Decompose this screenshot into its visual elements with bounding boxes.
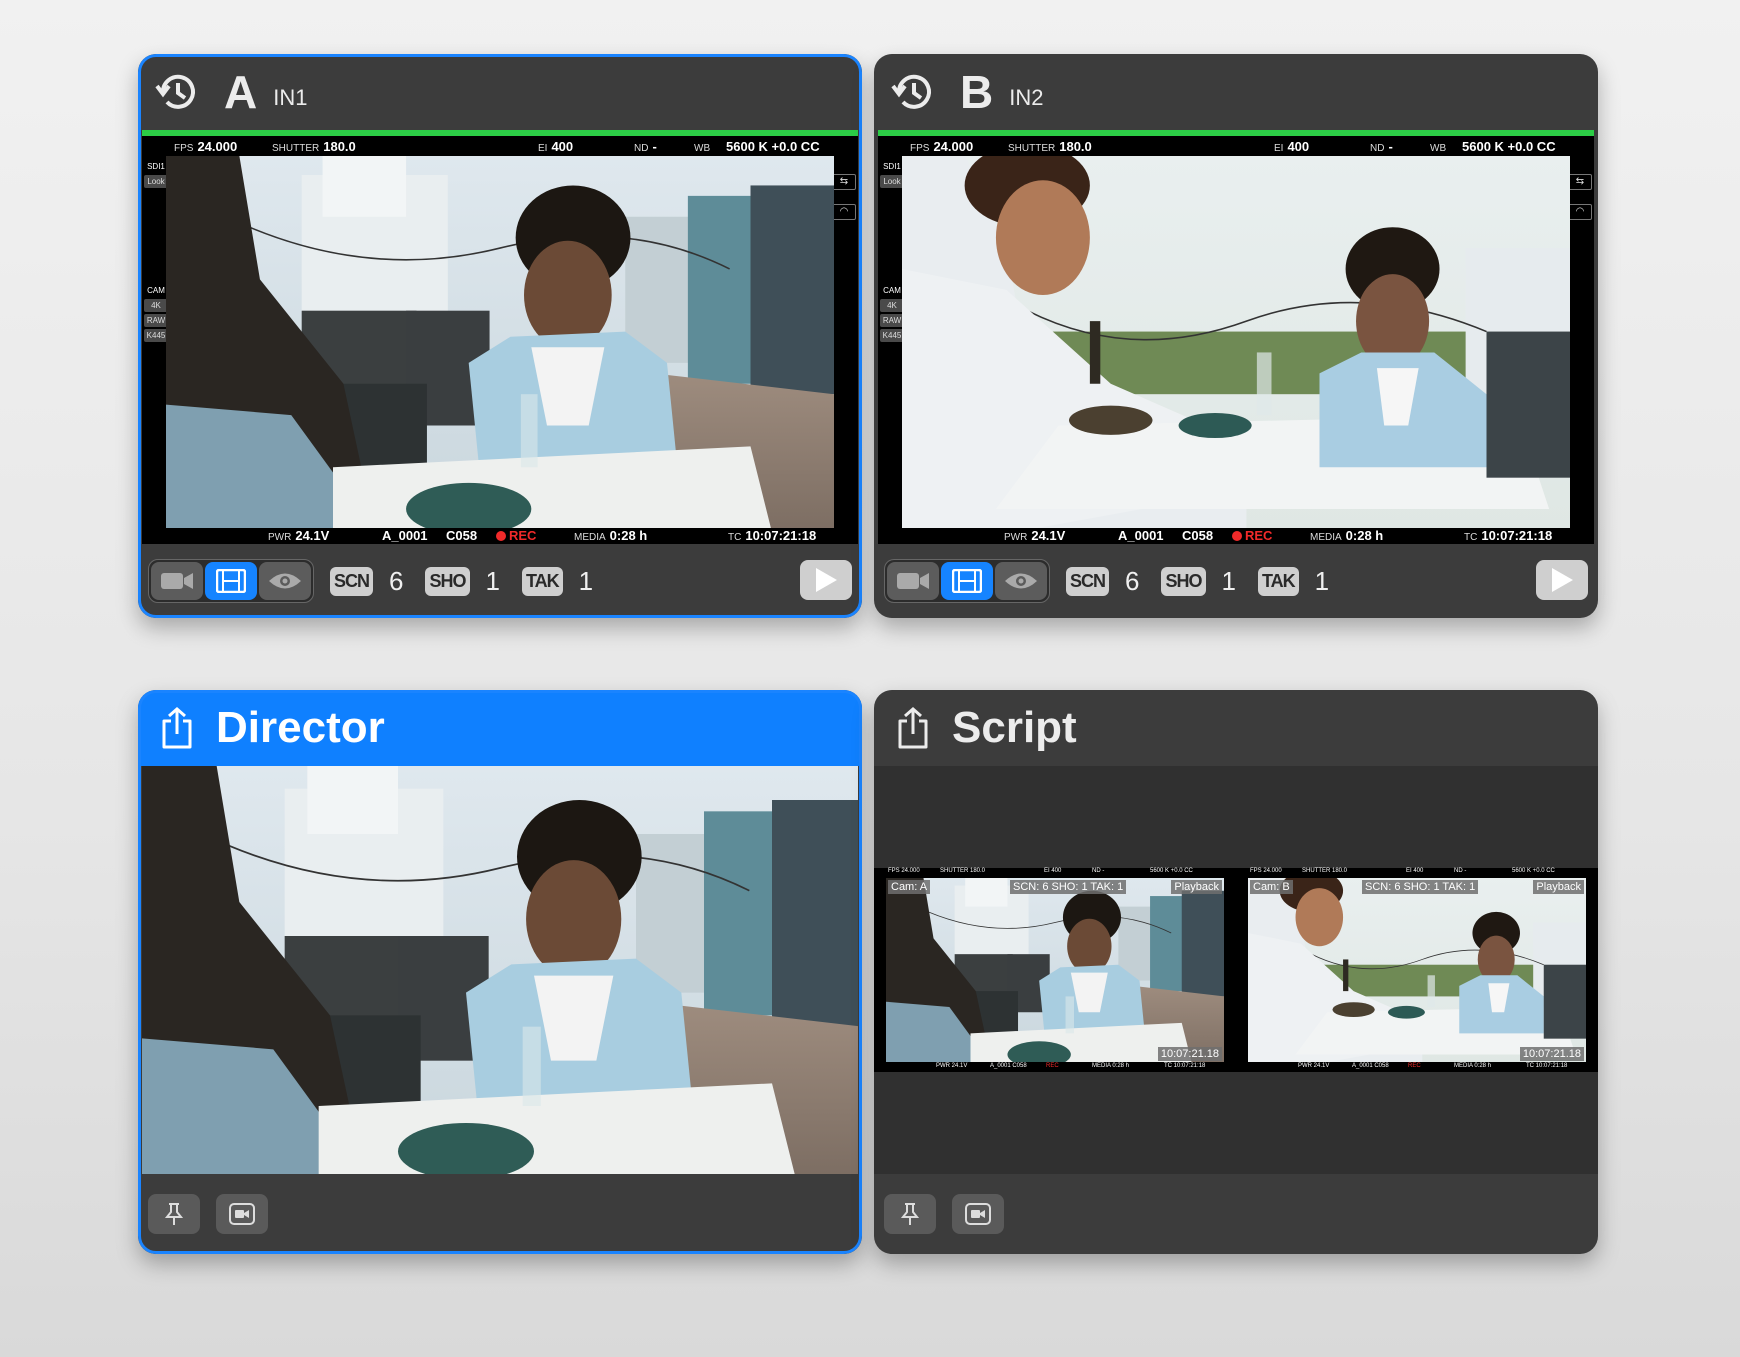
sho-value: 1 — [485, 565, 500, 596]
thumb-cam-label: Cam: B — [1250, 880, 1293, 894]
video-camera-icon[interactable] — [151, 562, 203, 600]
director-footer — [138, 1174, 862, 1254]
thumb-top-overlay: FPS 24.000 SHUTTER 180.0 EI 400 ND -5600 K … — [888, 868, 1193, 874]
rec-indicator: REC — [496, 528, 536, 543]
history-icon[interactable] — [152, 69, 202, 115]
thumb-bottom-overlay: PWR 24.1V A_0001 C058 REC MEDIA 0:28 h TC 10… — [936, 1063, 1206, 1069]
thumb-image-a — [886, 878, 1224, 1062]
tally-line — [878, 130, 1594, 136]
thumb-bottom-overlay: PWR 24.1V A_0001 C058 REC MEDIA 0:28 h TC 10… — [1298, 1063, 1568, 1069]
play-button[interactable] — [1536, 560, 1588, 600]
scn-label: SCN — [330, 566, 374, 596]
camera-feed-a — [166, 156, 834, 528]
play-icon — [1552, 568, 1573, 592]
video-camera-icon[interactable] — [887, 562, 939, 600]
viewfinder-top-overlay: FPS 24.000 SHUTTER 180.0 EI 400 ND - WB 5600… — [910, 139, 1556, 154]
camera-toolbar: SCN 6 SHO 1 TAK 1 — [138, 544, 862, 618]
left-status-cam: CAM 4K RAW K445 — [880, 284, 904, 342]
tak-label: TAK — [521, 566, 563, 596]
camera-feed-b — [902, 156, 1570, 528]
thumb-mode-label: Playback — [1171, 880, 1222, 894]
thumb-timecode: 10:07:21.18 — [1519, 1047, 1584, 1061]
camera-letter: B — [960, 66, 994, 118]
script-title: Script — [952, 703, 1077, 752]
viewfinder-bottom-overlay: PWR 24.1V A_0001 C058 REC MEDIA 0:28 h TC 1… — [1004, 528, 1553, 543]
eye-icon[interactable] — [995, 562, 1047, 600]
sho-label: SHO — [1161, 566, 1206, 596]
pin-button[interactable] — [148, 1194, 200, 1234]
camera-frame-button[interactable] — [216, 1194, 268, 1234]
camera-input: IN2 — [1009, 85, 1044, 110]
thumb-cam-label: Cam: A — [888, 880, 931, 894]
viewfinder[interactable]: FPS 24.000 SHUTTER 180.0 EI 400 ND - WB 5600… — [142, 130, 858, 544]
camera-frame-icon — [229, 1203, 255, 1225]
thumb-mode-label: Playback — [1533, 880, 1584, 894]
left-status-top: SDI1 Look — [880, 160, 904, 188]
script-thumb-a[interactable]: FPS 24.000 SHUTTER 180.0 EI 400 ND -5600 K … — [874, 868, 1236, 1072]
tak-value: 1 — [1314, 565, 1330, 596]
right-status: ⇆ ◠ — [1568, 174, 1592, 234]
sho-label: SHO — [425, 566, 470, 596]
camera-panel-b[interactable]: B IN2 FPS 24.000 SHUTTER 180.0 EI 400 ND - W… — [874, 54, 1598, 618]
tak-label: TAK — [1257, 566, 1299, 596]
play-icon — [816, 568, 837, 592]
right-status: ⇆ ◠ — [832, 174, 856, 234]
camera-panel-a[interactable]: A IN1 FPS 24.000 SHUTTER 180.0 EI 400 ND - W… — [138, 54, 862, 618]
thumb-shot-label: SCN: 6 SHO: 1 TAK: 1 — [1362, 880, 1479, 894]
script-thumbnails: FPS 24.000 SHUTTER 180.0 EI 400 ND -5600 K … — [874, 868, 1598, 1072]
film-strip-icon[interactable] — [941, 562, 993, 600]
director-header: Director — [138, 690, 862, 766]
script-body: FPS 24.000 SHUTTER 180.0 EI 400 ND -5600 K … — [874, 766, 1598, 1174]
mode-segmented-control[interactable] — [884, 559, 1050, 603]
slate-info: SCN 6 SHO 1 TAK 1 — [330, 566, 615, 597]
film-strip-icon[interactable] — [205, 562, 257, 600]
camera-input: IN1 — [273, 85, 308, 110]
wifi-icon: ◠ — [1568, 204, 1592, 220]
left-status-cam: CAM 4K RAW K445 — [144, 284, 168, 342]
tally-line — [142, 130, 858, 136]
share-icon[interactable] — [152, 705, 202, 751]
thumb-timecode: 10:07:21.18 — [1157, 1047, 1222, 1061]
viewfinder[interactable]: FPS 24.000 SHUTTER 180.0 EI 400 ND - WB 5600… — [878, 130, 1594, 544]
scn-value: 6 — [389, 565, 404, 596]
mode-segmented-control[interactable] — [148, 559, 314, 603]
left-status-top: SDI1 Look — [144, 160, 168, 188]
usb-icon: ⇆ — [1568, 174, 1592, 190]
thumb-image-b — [1248, 878, 1586, 1062]
eye-icon[interactable] — [259, 562, 311, 600]
pin-button[interactable] — [884, 1194, 936, 1234]
script-thumb-b[interactable]: FPS 24.000 SHUTTER 180.0 EI 400 ND -5600 K … — [1236, 868, 1598, 1072]
script-footer — [874, 1174, 1598, 1254]
history-icon[interactable] — [888, 69, 938, 115]
camera-header: A IN1 — [138, 54, 862, 130]
share-icon[interactable] — [888, 705, 938, 751]
usb-icon: ⇆ — [832, 174, 856, 190]
camera-toolbar: SCN 6 SHO 1 TAK 1 — [874, 544, 1598, 618]
sho-value: 1 — [1221, 565, 1236, 596]
camera-frame-button[interactable] — [952, 1194, 1004, 1234]
thumb-shot-label: SCN: 6 SHO: 1 TAK: 1 — [1010, 880, 1127, 894]
pin-icon — [900, 1203, 920, 1225]
director-panel[interactable]: Director — [138, 690, 862, 1254]
camera-frame-icon — [965, 1203, 991, 1225]
camera-header: B IN2 — [874, 54, 1598, 130]
director-title: Director — [216, 703, 385, 752]
play-button[interactable] — [800, 560, 852, 600]
pin-icon — [164, 1203, 184, 1225]
rec-indicator: REC — [1232, 528, 1272, 543]
wifi-icon: ◠ — [832, 204, 856, 220]
slate-info: SCN 6 SHO 1 TAK 1 — [1066, 566, 1351, 597]
camera-letter: A — [224, 66, 258, 118]
script-panel[interactable]: Script FPS 24.000 SHUTTER 180.0 EI 400 ND -… — [874, 690, 1598, 1254]
viewfinder-top-overlay: FPS 24.000 SHUTTER 180.0 EI 400 ND - WB 5600… — [174, 139, 820, 154]
scn-label: SCN — [1066, 566, 1110, 596]
scn-value: 6 — [1125, 565, 1140, 596]
thumb-top-overlay: FPS 24.000 SHUTTER 180.0 EI 400 ND -5600 K … — [1250, 868, 1555, 874]
director-feed[interactable] — [142, 766, 858, 1174]
tak-value: 1 — [578, 565, 594, 596]
viewfinder-bottom-overlay: PWR 24.1V A_0001 C058 REC MEDIA 0:28 h TC 1… — [268, 528, 817, 543]
script-header: Script — [874, 690, 1598, 766]
